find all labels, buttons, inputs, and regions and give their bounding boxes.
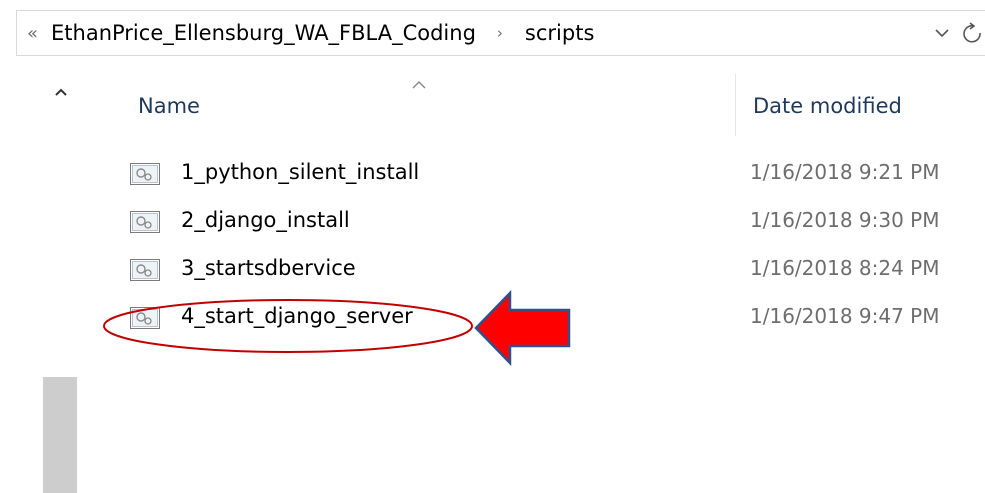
file-row[interactable]: 1_python_silent_install 1/16/2018 9:21 P… bbox=[120, 150, 985, 198]
file-list: 1_python_silent_install 1/16/2018 9:21 P… bbox=[120, 150, 985, 342]
breadcrumb-overflow-button[interactable]: « bbox=[27, 23, 38, 44]
file-name[interactable]: 2_django_install bbox=[181, 208, 350, 232]
file-date-modified: 1/16/2018 8:24 PM bbox=[750, 256, 940, 280]
breadcrumb[interactable]: « EthanPrice_Ellensburg_WA_FBLA_Coding ›… bbox=[16, 10, 985, 56]
file-date-modified: 1/16/2018 9:21 PM bbox=[750, 160, 940, 184]
script-file-icon bbox=[130, 163, 160, 185]
file-row[interactable]: 3_startsdbervice 1/16/2018 8:24 PM bbox=[120, 246, 985, 294]
file-name[interactable]: 3_startsdbervice bbox=[181, 256, 356, 280]
file-name[interactable]: 1_python_silent_install bbox=[181, 160, 419, 184]
sort-ascending-icon bbox=[412, 81, 426, 89]
breadcrumb-separator-icon[interactable]: › bbox=[497, 24, 503, 42]
file-date-modified: 1/16/2018 9:30 PM bbox=[750, 208, 940, 232]
script-file-icon bbox=[130, 307, 160, 329]
column-header: Name Date modified bbox=[120, 74, 985, 138]
column-divider[interactable] bbox=[735, 74, 736, 136]
file-row[interactable]: 2_django_install 1/16/2018 9:30 PM bbox=[120, 198, 985, 246]
file-date-modified: 1/16/2018 9:47 PM bbox=[750, 304, 940, 328]
script-file-icon bbox=[130, 211, 160, 233]
breadcrumb-item-scripts[interactable]: scripts bbox=[525, 21, 594, 45]
refresh-button[interactable] bbox=[961, 17, 985, 49]
script-file-icon bbox=[130, 259, 160, 281]
chevron-up-icon bbox=[55, 88, 67, 96]
address-bar: « EthanPrice_Ellensburg_WA_FBLA_Coding ›… bbox=[0, 0, 985, 64]
refresh-icon bbox=[963, 22, 981, 43]
column-header-name[interactable]: Name bbox=[138, 94, 200, 118]
navigation-pane-scrollbar-thumb[interactable] bbox=[43, 377, 77, 493]
column-header-date-modified[interactable]: Date modified bbox=[753, 94, 902, 118]
file-row[interactable]: 4_start_django_server 1/16/2018 9:47 PM bbox=[120, 294, 985, 342]
address-history-dropdown-button[interactable] bbox=[930, 19, 954, 47]
navigation-pane-scroll-up-button[interactable] bbox=[49, 82, 73, 102]
breadcrumb-item-project-folder[interactable]: EthanPrice_Ellensburg_WA_FBLA_Coding bbox=[51, 21, 476, 45]
chevron-down-icon bbox=[935, 29, 949, 38]
file-name[interactable]: 4_start_django_server bbox=[181, 304, 413, 328]
